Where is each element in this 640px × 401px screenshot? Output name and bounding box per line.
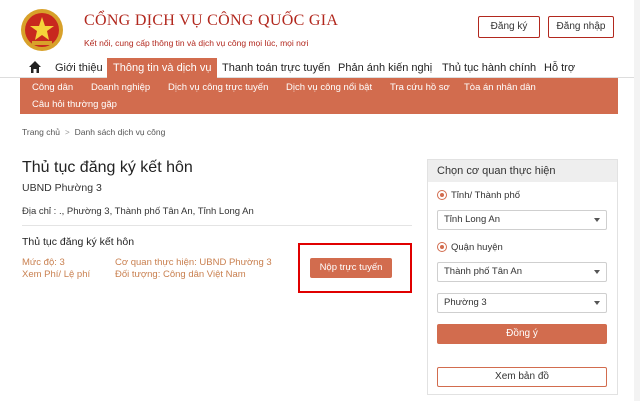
agency-address: Địa chỉ : ., Phường 3, Thành phố Tân An,… xyxy=(22,206,254,217)
submit-online-button[interactable]: Nộp trực tuyến xyxy=(310,258,392,278)
sub-nav: Công dân Doanh nghiệp Dịch vụ công trực … xyxy=(20,78,618,114)
district-radio[interactable]: Quận huyện xyxy=(437,242,503,254)
district-radio-label: Quận huyện xyxy=(451,242,503,253)
subnav-item-lookup-dossier[interactable]: Tra cứu hồ sơ xyxy=(390,81,450,95)
view-map-button[interactable]: Xem bản đồ xyxy=(437,367,607,387)
caret-down-icon xyxy=(594,218,600,222)
province-select-value: Tỉnh Long An xyxy=(444,214,500,225)
district-select-value: Thành phố Tân An xyxy=(444,266,522,277)
radio-checked-icon[interactable] xyxy=(437,190,447,200)
national-emblem-icon[interactable] xyxy=(20,8,64,52)
breadcrumb-home[interactable]: Trang chủ xyxy=(22,127,60,137)
nav-item-info-services[interactable]: Thông tin và dịch vụ xyxy=(107,58,218,78)
agency-selector-panel: Chọn cơ quan thực hiện Tỉnh/ Thành phố T… xyxy=(427,159,618,395)
nav-item-online-payment[interactable]: Thanh toán trực tuyến xyxy=(222,58,330,78)
site-subtitle: Kết nối, cung cấp thông tin và dịch vụ c… xyxy=(84,38,309,48)
caret-down-icon xyxy=(594,270,600,274)
agency-name: UBND Phường 3 xyxy=(22,182,102,194)
subnav-item-faq[interactable]: Câu hỏi thường gặp xyxy=(32,98,117,112)
home-icon[interactable] xyxy=(28,60,42,74)
province-radio-label: Tỉnh/ Thành phố xyxy=(451,190,521,201)
target-audience: Đối tượng: Công dân Việt Nam xyxy=(115,269,246,280)
subnav-item-peoples-court[interactable]: Tòa án nhân dân xyxy=(464,81,536,95)
register-button[interactable]: Đăng ký xyxy=(478,16,540,38)
subnav-item-online-public-services[interactable]: Dịch vụ công trực tuyến xyxy=(168,81,268,95)
ward-select-value: Phường 3 xyxy=(444,297,487,308)
ward-select[interactable]: Phường 3 xyxy=(437,293,607,313)
procedure-item-title[interactable]: Thủ tục đăng ký kết hôn xyxy=(22,236,134,248)
page-title: Thủ tục đăng ký kết hôn xyxy=(22,159,193,176)
subnav-item-featured-services[interactable]: Dịch vụ công nổi bật xyxy=(286,81,372,95)
executing-agency: Cơ quan thực hiện: UBND Phường 3 xyxy=(115,257,272,268)
procedure-level: Mức độ: 3 xyxy=(22,257,65,268)
radio-checked-icon[interactable] xyxy=(437,242,447,252)
agree-button[interactable]: Đồng ý xyxy=(437,324,607,344)
breadcrumb-current[interactable]: Danh sách dịch vụ công xyxy=(75,127,166,137)
divider xyxy=(22,225,412,226)
breadcrumb: Trang chủ > Danh sách dịch vụ công xyxy=(22,127,165,137)
panel-title: Chọn cơ quan thực hiện xyxy=(428,160,617,182)
district-select[interactable]: Thành phố Tân An xyxy=(437,262,607,282)
site-title[interactable]: CỔNG DỊCH VỤ CÔNG QUỐC GIA xyxy=(84,12,338,30)
scrollbar[interactable] xyxy=(634,0,640,401)
main-nav: Giới thiệu Thông tin và dịch vụ Thanh to… xyxy=(0,58,640,78)
subnav-item-citizen[interactable]: Công dân xyxy=(32,81,73,95)
nav-item-support[interactable]: Hỗ trợ xyxy=(544,58,575,78)
nav-item-about[interactable]: Giới thiệu xyxy=(55,58,103,78)
login-button[interactable]: Đăng nhập xyxy=(548,16,614,38)
caret-down-icon xyxy=(594,301,600,305)
nav-item-feedback[interactable]: Phản ánh kiến nghị xyxy=(338,58,432,78)
site-header: CỔNG DỊCH VỤ CÔNG QUỐC GIA Kết nối, cung… xyxy=(0,0,640,58)
chevron-right-icon: > xyxy=(64,128,70,137)
nav-item-admin-procedures[interactable]: Thủ tục hành chính xyxy=(442,58,536,78)
province-radio[interactable]: Tỉnh/ Thành phố xyxy=(437,190,520,202)
subnav-item-business[interactable]: Doanh nghiệp xyxy=(91,81,150,95)
view-fee-link[interactable]: Xem Phí/ Lệ phí xyxy=(22,269,90,280)
province-select[interactable]: Tỉnh Long An xyxy=(437,210,607,230)
